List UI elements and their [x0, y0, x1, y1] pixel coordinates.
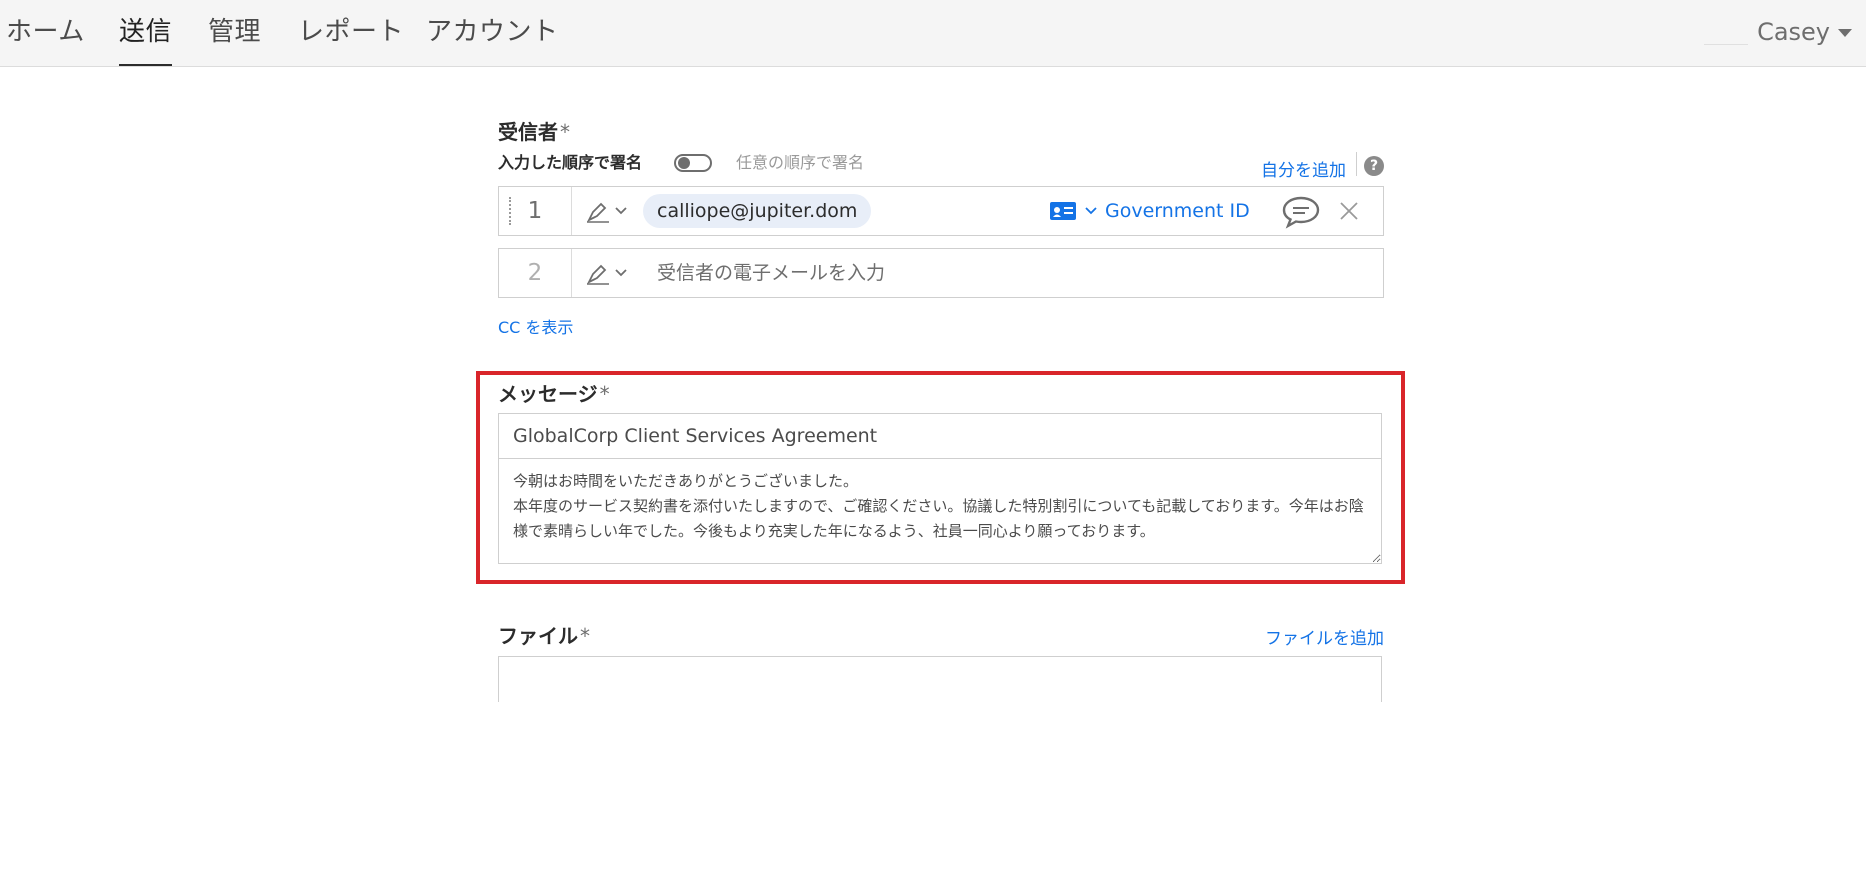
pen-signer-icon: [586, 264, 609, 285]
message-label: メッセージ *: [498, 378, 610, 407]
user-divider: [1704, 44, 1748, 45]
show-cc-link[interactable]: CC を表示: [498, 314, 573, 338]
file-label-text: ファイル: [498, 624, 578, 648]
tab-account[interactable]: アカウント: [426, 14, 559, 50]
chevron-down-icon: [1085, 207, 1097, 215]
add-file-link[interactable]: ファイルを追加: [1265, 624, 1384, 649]
drag-handle-icon[interactable]: [509, 197, 513, 225]
required-mark: *: [580, 624, 590, 648]
help-icon[interactable]: ?: [1364, 156, 1384, 176]
role-selector[interactable]: [585, 197, 627, 225]
required-mark: *: [599, 382, 610, 406]
id-card-icon: [1050, 202, 1076, 220]
chevron-down-icon: [1838, 29, 1852, 37]
recipient-number: 2: [499, 249, 572, 297]
tab-send[interactable]: 送信: [119, 14, 173, 66]
user-menu[interactable]: Casey: [1757, 14, 1852, 50]
chevron-down-icon: [615, 207, 627, 215]
recipient-email-chip[interactable]: calliope@jupiter.dom: [643, 194, 872, 228]
file-drop-area[interactable]: [498, 656, 1382, 702]
message-subject-input[interactable]: [498, 413, 1382, 459]
required-mark: *: [560, 120, 570, 144]
recipients-label-text: 受信者: [498, 120, 558, 144]
tab-reports[interactable]: レポート: [298, 14, 404, 50]
file-label: ファイル *: [498, 620, 590, 649]
recipients-label: 受信者 *: [498, 116, 570, 145]
tab-home[interactable]: ホーム: [6, 14, 85, 50]
divider: [1356, 152, 1357, 176]
signing-order-label: 入力した順序で署名: [498, 153, 643, 172]
signing-order-row: 入力した順序で署名 任意の順序で署名 自分を追加 ?: [498, 150, 1384, 181]
auth-method-label: Government ID: [1105, 200, 1250, 222]
auth-method-selector[interactable]: Government ID: [1049, 197, 1250, 225]
signing-order-toggle[interactable]: [674, 154, 712, 172]
private-message-icon[interactable]: [1281, 195, 1321, 229]
recipient-row-1: 1 calliope@jupiter.dom Government ID: [498, 186, 1384, 236]
message-label-text: メッセージ: [498, 382, 598, 406]
role-selector[interactable]: [585, 259, 627, 287]
recipient-row-2: 2: [498, 248, 1384, 298]
message-body-textarea[interactable]: 今朝はお時間をいただきありがとうございました。 本年度のサービス契約書を添付いた…: [498, 458, 1382, 564]
toggle-knob: [678, 157, 690, 169]
close-icon[interactable]: [1339, 201, 1359, 221]
any-order-label: 任意の順序で署名: [736, 153, 865, 172]
user-name: Casey: [1757, 18, 1830, 46]
top-navigation: ホーム 送信 管理 レポート アカウント Casey: [0, 0, 1866, 67]
recipient-email-input[interactable]: [643, 257, 1271, 289]
chevron-down-icon: [615, 269, 627, 277]
add-me-link[interactable]: 自分を追加: [1261, 156, 1346, 181]
tab-manage[interactable]: 管理: [208, 14, 261, 50]
pen-signer-icon: [586, 202, 609, 223]
